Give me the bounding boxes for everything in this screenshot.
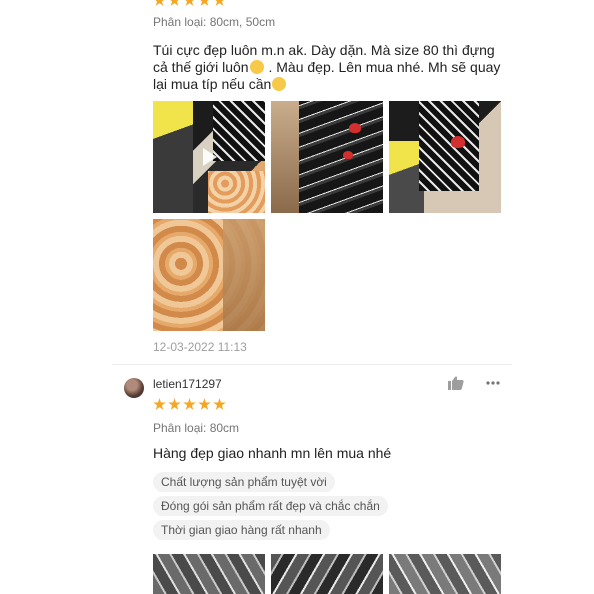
review1-video-thumbnail[interactable] [153, 101, 265, 213]
review2-username: letien171297 [153, 377, 222, 391]
more-dots-icon[interactable] [486, 381, 500, 385]
star-icon [213, 0, 226, 6]
review1-image-thumbnail[interactable] [153, 219, 265, 331]
review-tag: Chất lượng sản phẩm tuyệt vời [153, 472, 335, 492]
star-icon [153, 0, 166, 6]
thumbs-up-icon[interactable] [448, 376, 464, 390]
star-icon [183, 0, 196, 6]
play-icon [203, 148, 217, 166]
star-icon [153, 398, 166, 410]
review2-image-thumbnail[interactable] [389, 554, 501, 594]
review2-text: Hàng đẹp giao nhanh mn lên mua nhé [153, 445, 392, 461]
star-icon [168, 0, 181, 6]
review1-image-thumbnail[interactable] [271, 101, 383, 213]
review2-image-thumbnail[interactable] [271, 554, 383, 594]
laugh-emoji-icon [272, 77, 287, 91]
smile-emoji-icon [249, 60, 264, 74]
star-icon [198, 398, 211, 410]
review1-date: 12-03-2022 11:13 [153, 340, 247, 354]
review-tag: Thời gian giao hàng rất nhanh [153, 520, 330, 540]
review1-text: Túi cực đẹp luôn m.n ak. Dày dặn. Mà siz… [153, 42, 503, 93]
star-icon [183, 398, 196, 410]
star-icon [198, 0, 211, 6]
review1-variant: Phân loại: 80cm, 50cm [153, 15, 276, 29]
review-tag: Đóng gói sản phẩm rất đẹp và chắc chắn [153, 496, 388, 516]
avatar [124, 378, 144, 398]
review-divider [112, 364, 512, 365]
star-icon [213, 398, 226, 410]
review1-rating-stars [153, 0, 226, 7]
review1-image-thumbnail[interactable] [389, 101, 501, 213]
review2-variant: Phân loại: 80cm [153, 421, 240, 435]
review2-rating-stars [153, 398, 226, 411]
star-icon [168, 398, 181, 410]
review2-image-thumbnail[interactable] [153, 554, 265, 594]
